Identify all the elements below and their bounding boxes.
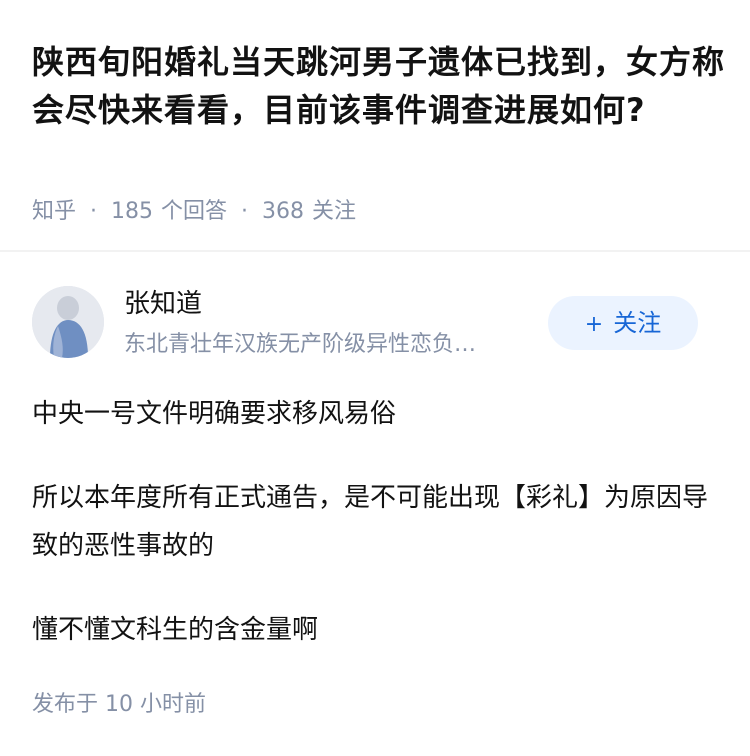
author-bio: 东北青壮年汉族无产阶级异性恋负… bbox=[124, 332, 477, 357]
answers-count: 185 bbox=[111, 199, 154, 224]
section-divider bbox=[0, 250, 750, 252]
question-header: 陕西旬阳婚礼当天跳河男子遗体已找到，女方称会尽快来看看，目前该事件调查进展如何?… bbox=[0, 0, 750, 250]
source-label: 知乎 bbox=[32, 199, 77, 224]
separator-dot: · bbox=[90, 199, 98, 224]
avatar-image bbox=[32, 286, 104, 358]
answers-label: 个回答 bbox=[161, 199, 228, 224]
question-meta: 知乎 · 185 个回答 · 368 关注 bbox=[32, 195, 356, 229]
plus-icon: + bbox=[584, 312, 604, 337]
follows-label: 关注 bbox=[312, 199, 357, 224]
zhihu-answer-page: 陕西旬阳婚礼当天跳河男子遗体已找到，女方称会尽快来看看，目前该事件调查进展如何?… bbox=[0, 0, 750, 756]
separator-dot: · bbox=[241, 199, 249, 224]
answer-paragraph: 所以本年度所有正式通告，是不可能出现【彩礼】为原因导致的恶性事故的 bbox=[32, 483, 709, 561]
follow-button-label: 关注 bbox=[613, 309, 662, 337]
avatar[interactable] bbox=[32, 286, 104, 358]
question-title[interactable]: 陕西旬阳婚礼当天跳河男子遗体已找到，女方称会尽快来看看，目前该事件调查进展如何? bbox=[32, 38, 732, 134]
author-row: 张知道 东北青壮年汉族无产阶级异性恋负… + 关注 bbox=[0, 270, 750, 370]
follow-button[interactable]: + 关注 bbox=[548, 296, 698, 350]
answer-paragraph: 中央一号文件明确要求移风易俗 bbox=[32, 399, 397, 429]
answer-paragraph: 懂不懂文科生的含金量啊 bbox=[32, 615, 319, 645]
author-name[interactable]: 张知道 bbox=[124, 286, 202, 322]
follows-count: 368 bbox=[262, 199, 305, 224]
publish-time: 发布于 10 小时前 bbox=[32, 692, 206, 717]
